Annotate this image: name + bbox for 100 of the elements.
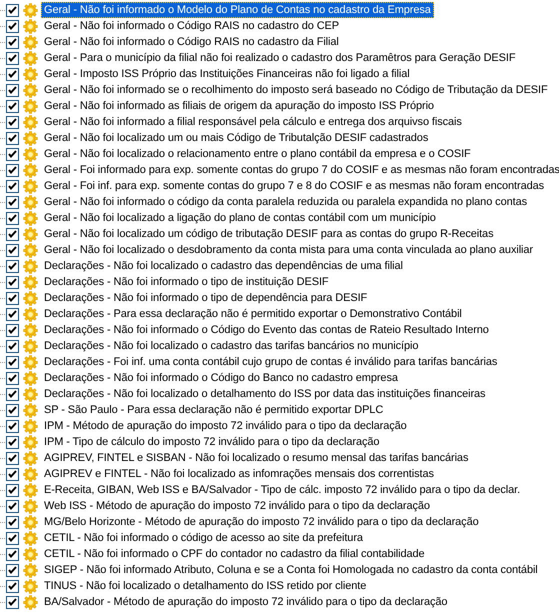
checkbox[interactable] xyxy=(6,324,19,336)
tree-item[interactable]: Geral - Não foi informado o Código RAIS no cadastro do CEP xyxy=(41,18,342,34)
tree-item[interactable]: Geral - Foi informado para exp. somente contas do grupo 7 do COSIF e as mesmas não foram encontradas xyxy=(41,162,559,178)
tree-item[interactable]: Geral - Não foi informado o Código RAIS no cadastro da Filial xyxy=(41,34,342,50)
checkbox[interactable] xyxy=(6,36,19,48)
checkbox[interactable] xyxy=(6,4,19,16)
checkbox[interactable] xyxy=(6,388,19,400)
checkbox[interactable] xyxy=(6,580,19,592)
tree-item[interactable]: Geral - Foi inf. para exp. somente contas do grupo 7 e 8 do COSIF e as mesmas não foram encontradas xyxy=(41,178,548,194)
checkbox[interactable] xyxy=(6,452,19,464)
checkbox[interactable] xyxy=(6,436,19,448)
tree-item[interactable]: Geral - Não foi localizado o desdobramento da conta mista para uma conta vinculada ao plano auxiliar xyxy=(41,242,536,258)
gear-icon xyxy=(23,338,38,354)
checkbox[interactable] xyxy=(6,116,19,128)
tree-item[interactable]: E-Receita, GIBAN, Web ISS e BA/Salvador - Tipo de cálc. imposto 72 inválido para o tipo da declar. xyxy=(41,482,524,498)
checkbox[interactable] xyxy=(6,404,19,416)
gear-icon xyxy=(23,418,38,434)
checkbox[interactable] xyxy=(6,52,19,64)
tree-item[interactable]: Declarações - Não foi localizado o cadastro das tarifas bancários no município xyxy=(41,338,422,354)
checkbox[interactable] xyxy=(6,276,19,288)
gear-icon xyxy=(23,306,38,322)
tree-item[interactable]: Geral - Não foi localizado um código de tributação DESIF para as contas do grupo R-Receitas xyxy=(41,226,496,242)
checkbox[interactable] xyxy=(6,420,19,432)
tree-item[interactable]: Declarações - Foi inf. uma conta contábil cujo grupo de contas é inválido para tarifas bancárias xyxy=(41,354,500,370)
gear-icon xyxy=(23,402,38,418)
gear-icon xyxy=(23,130,38,146)
tree-item[interactable]: IPM - Tipo de cálculo do imposto 72 inválido para o tipo da declaração xyxy=(41,434,382,450)
tree-item[interactable]: AGIPREV, FINTEL e SISBAN - Não foi localizado o resumo mensal das tarifas bancárias xyxy=(41,450,472,466)
gear-icon xyxy=(23,274,38,290)
gear-icon xyxy=(23,594,38,610)
tree-item[interactable]: BA/Salvador - Método de apuração do imposto 72 inválido para o tipo da declaração xyxy=(41,594,450,610)
tree-item[interactable]: Declarações - Não foi informado o tipo de instituição DESIF xyxy=(41,274,332,290)
tree-item[interactable]: Geral - Não foi informado a filial responsável pela cálculo e entrega dos arquivso fiscais xyxy=(41,114,465,130)
tree-item[interactable]: Geral - Não foi informado se o recolhimento do imposto será baseado no Código de Tributação da DESIF xyxy=(41,82,551,98)
gear-icon xyxy=(23,258,38,274)
tree-item[interactable]: SIGEP - Não foi informado Atributo, Coluna e se a Conta foi Homologada no cadastro da conta contábil xyxy=(41,562,541,578)
checkbox[interactable] xyxy=(6,564,19,576)
gear-icon xyxy=(23,466,38,482)
checkbox[interactable] xyxy=(6,308,19,320)
checkbox[interactable] xyxy=(6,532,19,544)
tree-item[interactable]: Geral - Não foi informado o código da conta paralela reduzida ou paralela expandida no plano contas xyxy=(41,194,530,210)
tree-item[interactable]: Declarações - Para essa declaração não é permitido exportar o Demonstrativo Contábil xyxy=(41,306,465,322)
checkbox[interactable] xyxy=(6,356,19,368)
tree-item[interactable]: TINUS - Não foi localizado o detalhamento do ISS retido por cliente xyxy=(41,578,370,594)
tree-item[interactable]: Geral - Imposto ISS Próprio das Instituições Financeiras não foi ligado a filial xyxy=(41,66,413,82)
tree-item[interactable]: Geral - Não foi informado as filiais de origem da apuração do imposto ISS Próprio xyxy=(41,98,437,114)
tree-item[interactable]: Geral - Não foi localizado a ligação do plano de contas contábil com um município xyxy=(41,210,439,226)
gear-icon xyxy=(23,162,38,178)
tree-item[interactable]: SP - São Paulo - Para essa declaração não é permitido exportar DPLC xyxy=(41,402,386,418)
checkbox[interactable] xyxy=(6,292,19,304)
checkbox[interactable] xyxy=(6,260,19,272)
gear-icon xyxy=(23,322,38,338)
tree-item[interactable]: CETIL - Não foi informado o CPF do contador no cadastro da filial contabilidade xyxy=(41,546,428,562)
gear-icon xyxy=(23,242,38,258)
checkbox[interactable] xyxy=(6,372,19,384)
gear-icon xyxy=(23,370,38,386)
gear-icon xyxy=(23,178,38,194)
tree-item[interactable]: Declarações - Não foi localizado o cadastro das dependências de uma filial xyxy=(41,258,406,274)
tree-item[interactable]: Geral - Não foi localizado um ou mais Código de Tributalção DESIF cadastrados xyxy=(41,130,432,146)
checkbox[interactable] xyxy=(6,212,19,224)
gear-icon xyxy=(23,514,38,530)
checkbox[interactable] xyxy=(6,500,19,512)
checkbox[interactable] xyxy=(6,20,19,32)
gear-icon xyxy=(23,210,38,226)
tree-item[interactable]: IPM - Método de apuração do imposto 72 inválido para o tipo da declaração xyxy=(41,418,410,434)
gear-icon xyxy=(23,546,38,562)
gear-icon xyxy=(23,50,38,66)
tree-item[interactable]: Web ISS - Método de apuração do imposto 72 inválido para o tipo da declaração xyxy=(41,498,433,514)
checkbox[interactable] xyxy=(6,148,19,160)
checkbox[interactable] xyxy=(6,180,19,192)
checkbox[interactable] xyxy=(6,468,19,480)
checkbox[interactable] xyxy=(6,100,19,112)
checkbox[interactable] xyxy=(6,484,19,496)
gear-icon xyxy=(23,66,38,82)
gear-icon xyxy=(23,226,38,242)
gear-icon xyxy=(23,354,38,370)
checkbox[interactable] xyxy=(6,244,19,256)
tree-item[interactable]: Declarações - Não foi informado o Código do Banco no cadastro empresa xyxy=(41,370,401,386)
tree-item[interactable]: Declarações - Não foi informado o Código do Evento das contas de Rateio Resultado Interno xyxy=(41,322,492,338)
checkbox[interactable] xyxy=(6,228,19,240)
checkbox[interactable] xyxy=(6,340,19,352)
gear-icon xyxy=(23,386,38,402)
tree-item[interactable]: Declarações - Não foi localizado o detalhamento do ISS por data das instituições financeiras xyxy=(41,386,488,402)
tree-item[interactable]: AGIPREV e FINTEL - Não foi localizado as infomrações mensais dos correntistas xyxy=(41,466,437,482)
tree-item[interactable]: CETIL - Não foi informado o código de acesso ao site da prefeitura xyxy=(41,530,366,546)
gear-icon xyxy=(23,98,38,114)
checkbox[interactable] xyxy=(6,164,19,176)
gear-icon xyxy=(23,450,38,466)
checkbox[interactable] xyxy=(6,132,19,144)
checkbox[interactable] xyxy=(6,68,19,80)
checkbox[interactable] xyxy=(6,196,19,208)
tree-item[interactable]: Geral - Não foi informado o Modelo do Plano de Contas no cadastro da Empresa xyxy=(41,2,434,18)
tree-item[interactable]: Declarações - Não foi informado o tipo de dependência para DESIF xyxy=(41,290,370,306)
checkbox[interactable] xyxy=(6,548,19,560)
checkbox[interactable] xyxy=(6,84,19,96)
checkbox[interactable] xyxy=(6,516,19,528)
tree-item[interactable]: Geral - Para o município da filial não foi realizado o cadastro dos Paramêtros para Geração DESIF xyxy=(41,50,518,66)
checkbox[interactable] xyxy=(6,596,19,608)
tree-item[interactable]: Geral - Não foi localizado o relacionamento entre o plano contábil da empresa e o COSIF xyxy=(41,146,474,162)
tree-item[interactable]: MG/Belo Horizonte - Método de apuração do imposto 72 inválido para o tipo da declaração xyxy=(41,514,482,530)
